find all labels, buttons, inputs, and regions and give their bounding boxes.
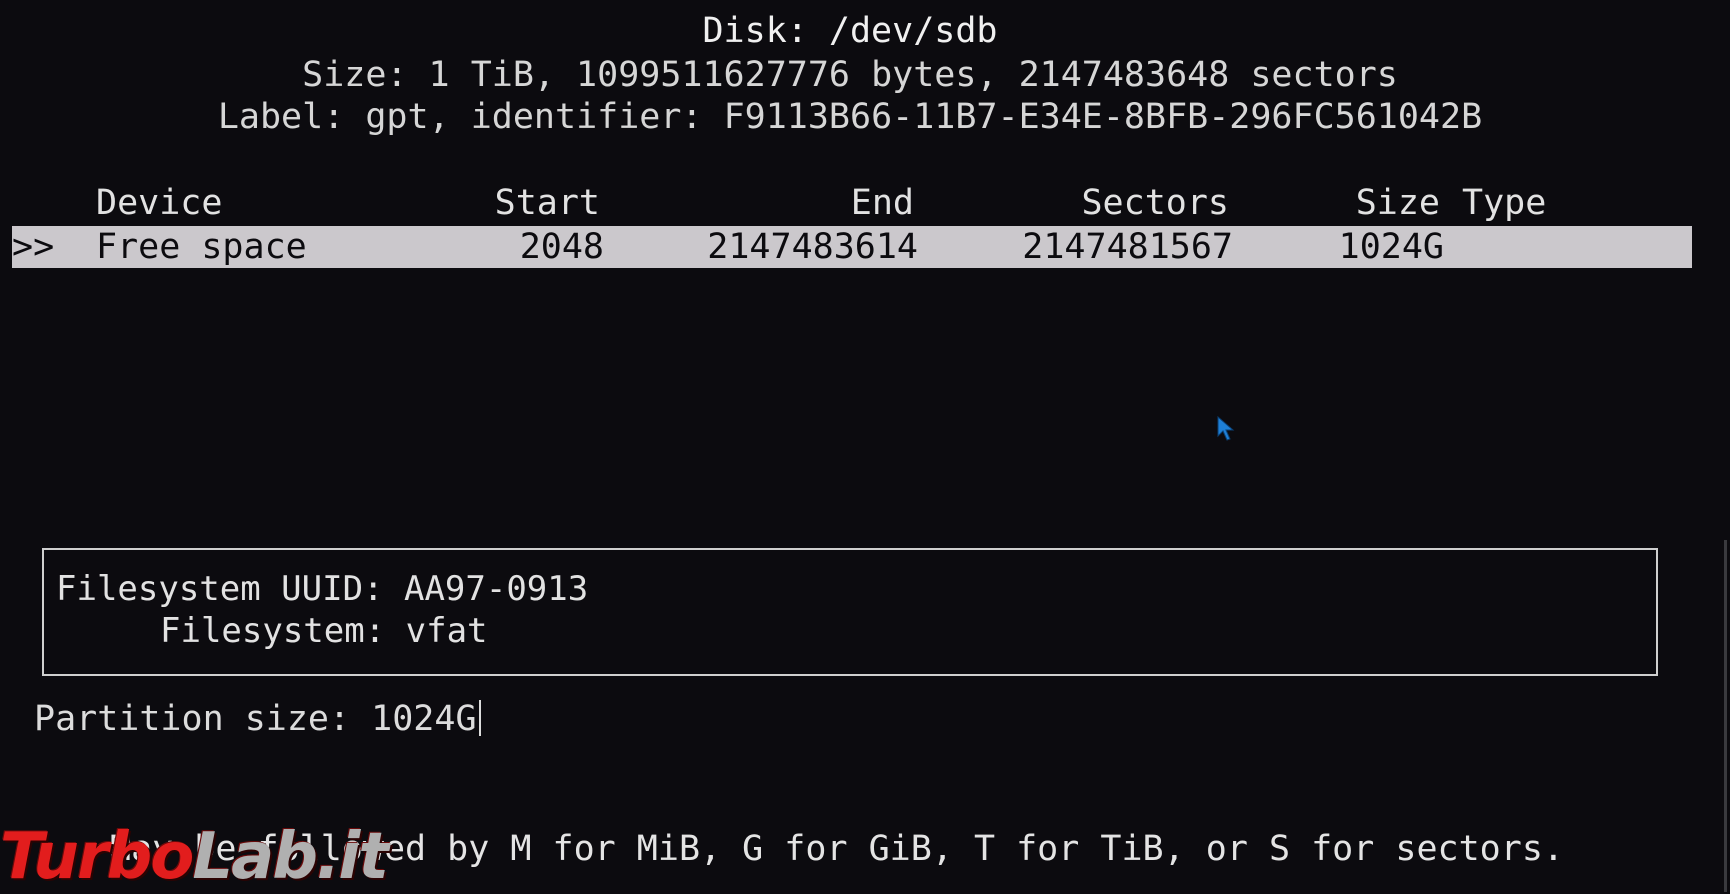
table-row-free-space[interactable]: >> Free space 2048 2147483614 2147481567… <box>12 226 1692 268</box>
disk-title: Disk: /dev/sdb <box>702 11 998 51</box>
partition-size-prompt[interactable]: Partition size: 1024G <box>34 698 481 740</box>
mouse-pointer-icon <box>1217 416 1235 441</box>
filesystem-uuid: Filesystem UUID: AA97-0913 <box>56 569 589 609</box>
col-end: End <box>850 183 914 223</box>
partition-size-label: Partition size: <box>34 699 372 739</box>
selection-pointer: >> <box>12 227 55 267</box>
text-caret <box>478 700 481 736</box>
hint-text: followed by M for MiB, G for GiB, T for … <box>257 829 1564 869</box>
disk-size-info: Size: 1 TiB, 1099511627776 bytes, 214748… <box>302 55 1398 95</box>
row-start: 2048 <box>519 227 604 267</box>
disk-label-info: Label: gpt, identifier: F9113B66-11B7-E3… <box>217 97 1483 137</box>
partition-size-input[interactable]: 1024G <box>371 699 476 739</box>
partition-table-header: Device Start End Sectors Size Type <box>0 182 1700 224</box>
row-end: 2147483614 <box>707 227 918 267</box>
terminal-window: Disk: /dev/sdb Size: 1 TiB, 109951162777… <box>0 0 1730 892</box>
col-device: Device <box>96 183 223 223</box>
col-sectors: Sectors <box>1081 183 1229 223</box>
row-size: 1024G <box>1338 227 1444 267</box>
turbolab-watermark-logo: TurboLab.it <box>0 820 389 894</box>
col-type: Type <box>1462 183 1547 223</box>
filesystem-type: Filesystem: vfat <box>160 611 488 651</box>
scrollbar[interactable] <box>1724 540 1727 892</box>
col-size: Size <box>1355 183 1440 223</box>
col-start: Start <box>494 183 600 223</box>
filesystem-info-box: Filesystem UUID: AA97-0913 Filesystem: v… <box>42 548 1658 676</box>
row-sectors: 2147481567 <box>1022 227 1233 267</box>
row-device: Free space <box>96 227 307 267</box>
